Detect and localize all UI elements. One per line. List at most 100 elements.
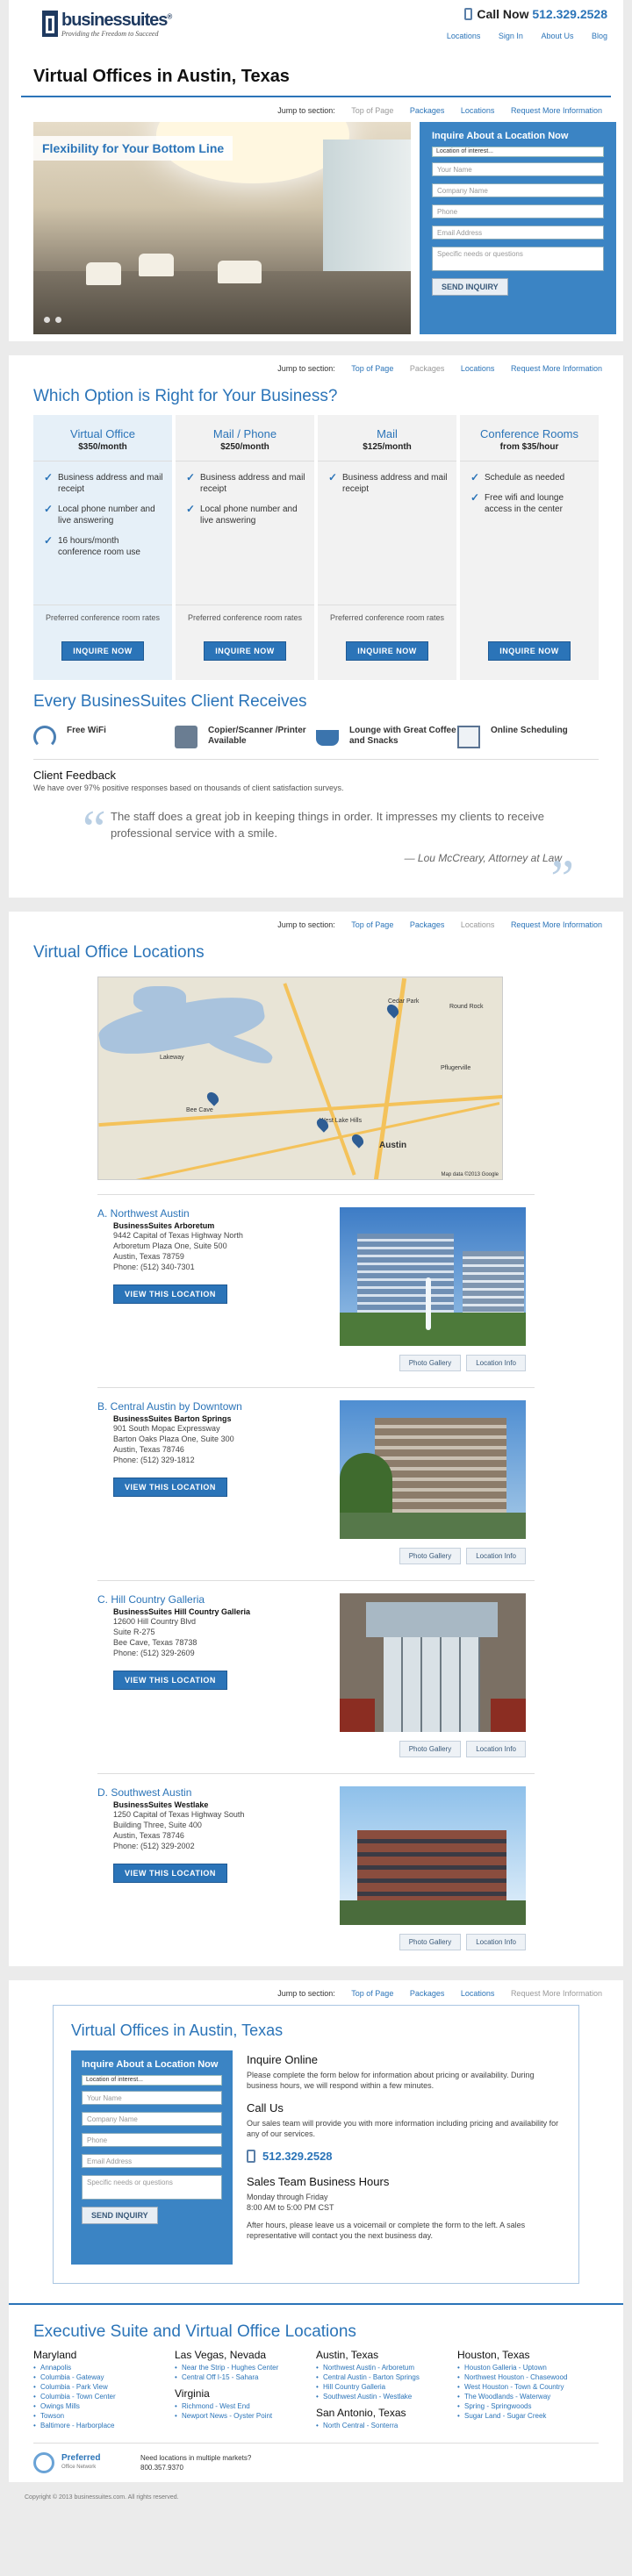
header-phone[interactable]: 512.329.2528 (532, 7, 607, 21)
jump-packages[interactable]: Packages (410, 364, 445, 373)
inquire-now-button[interactable]: INQUIRE NOW (61, 641, 144, 661)
location-info-button[interactable]: Location Info (466, 1548, 526, 1564)
jump-packages[interactable]: Packages (410, 1989, 445, 1998)
location-c: C. Hill Country Galleria BusinessSuites … (97, 1580, 535, 1773)
hero: Flexibility for Your Bottom Line Inquire… (33, 122, 616, 341)
inquiry-title: Inquire About a Location Now (82, 2059, 219, 2070)
view-location-button[interactable]: VIEW THIS LOCATION (113, 1284, 227, 1304)
map-label: Austin (379, 1141, 407, 1150)
footer-link[interactable]: Spring - Springwoods (457, 2401, 599, 2411)
page-title: Virtual Offices in Austin, Texas (33, 67, 290, 86)
call-us-text: Our sales team will provide you with mor… (247, 2119, 559, 2138)
photo-gallery-button[interactable]: Photo Gallery (399, 1548, 462, 1564)
jump-request[interactable]: Request More Information (511, 364, 602, 373)
needs-field[interactable]: Specific needs or questions (82, 2175, 222, 2200)
footer-link[interactable]: Northwest Houston - Chasewood (457, 2372, 599, 2382)
jump-nav-4: Jump to section: Top of Page Packages Lo… (9, 1980, 623, 2005)
jump-packages[interactable]: Packages (410, 920, 445, 929)
jump-request[interactable]: Request More Information (511, 920, 602, 929)
photo-gallery-button[interactable]: Photo Gallery (399, 1741, 462, 1757)
jump-request[interactable]: Request More Information (511, 106, 602, 115)
footer-link[interactable]: Baltimore - Harborplace (33, 2421, 175, 2430)
name-field[interactable]: Your Name (432, 162, 604, 176)
inquire-now-button[interactable]: INQUIRE NOW (346, 641, 428, 661)
send-inquiry-button[interactable]: SEND INQUIRY (432, 278, 508, 296)
page: businessuites® Providing the Freedom to … (9, 0, 623, 2482)
nav-locations[interactable]: Locations (447, 32, 481, 40)
perk-wifi: Free WiFi (33, 726, 175, 759)
slider-dots[interactable] (44, 315, 67, 326)
jump-request[interactable]: Request More Information (511, 1989, 602, 1998)
top-nav: Locations Sign In About Us Blog (431, 32, 607, 40)
jump-locations[interactable]: Locations (461, 364, 495, 373)
location-info-button[interactable]: Location Info (466, 1355, 526, 1371)
footer-link[interactable]: Columbia - Park View (33, 2382, 175, 2392)
map-credit: Map data ©2013 Google (441, 1172, 499, 1177)
locations-title: Virtual Office Locations (33, 943, 205, 962)
footer-link[interactable]: Central Off I-15 - Sahara (175, 2372, 316, 2382)
jump-locations[interactable]: Locations (461, 920, 495, 929)
location-info-button[interactable]: Location Info (466, 1741, 526, 1757)
phone-field[interactable]: Phone (82, 2133, 222, 2147)
nav-blog[interactable]: Blog (592, 32, 607, 40)
nav-about-us[interactable]: About Us (541, 32, 573, 40)
needs-field[interactable]: Specific needs or questions (432, 247, 604, 271)
footer-link[interactable]: Houston Galleria - Uptown (457, 2363, 599, 2372)
photo-gallery-button[interactable]: Photo Gallery (399, 1934, 462, 1950)
jump-top[interactable]: Top of Page (351, 1989, 393, 1998)
footer-link[interactable]: Richmond - West End (175, 2401, 316, 2411)
location-select[interactable]: Location of interest... (82, 2075, 222, 2086)
footer-link[interactable]: Towson (33, 2411, 175, 2421)
company-field[interactable]: Company Name (432, 183, 604, 197)
name-field[interactable]: Your Name (82, 2091, 222, 2105)
phone-icon (247, 2150, 255, 2163)
footer-link[interactable]: West Houston - Town & Country (457, 2382, 599, 2392)
jump-packages[interactable]: Packages (410, 106, 445, 115)
send-inquiry-button[interactable]: SEND INQUIRY (82, 2207, 158, 2224)
option-price: from $35/hour (499, 442, 559, 452)
footer-link[interactable]: Sugar Land - Sugar Creek (457, 2411, 599, 2421)
footer-link[interactable]: North Central - Sonterra (316, 2421, 457, 2430)
email-field[interactable]: Email Address (82, 2154, 222, 2168)
footer-link[interactable]: Columbia - Gateway (33, 2372, 175, 2382)
location-select[interactable]: Location of interest... (432, 147, 604, 157)
inquire-online-heading: Inquire Online (247, 2053, 318, 2066)
locations-map[interactable]: Lakeway Round Rock Cedar Park Pflugervil… (97, 977, 503, 1180)
footer-link[interactable]: Columbia - Town Center (33, 2392, 175, 2401)
hero-caption: Flexibility for Your Bottom Line (33, 136, 233, 161)
location-info-button[interactable]: Location Info (466, 1934, 526, 1950)
contact-phone[interactable]: 512.329.2528 (262, 2150, 333, 2163)
preferred-logo-icon[interactable] (33, 2452, 54, 2473)
company-field[interactable]: Company Name (82, 2112, 222, 2126)
footer-link[interactable]: Near the Strip - Hughes Center (175, 2363, 316, 2372)
footer-link[interactable]: The Woodlands - Waterway (457, 2392, 599, 2401)
inquire-now-button[interactable]: INQUIRE NOW (488, 641, 571, 661)
jump-locations[interactable]: Locations (461, 1989, 495, 1998)
email-field[interactable]: Email Address (432, 225, 604, 240)
jump-top[interactable]: Top of Page (351, 106, 393, 115)
footer-link[interactable]: Annapolis (33, 2363, 175, 2372)
inquire-now-button[interactable]: INQUIRE NOW (204, 641, 286, 661)
footer-link[interactable]: Owings Mills (33, 2401, 175, 2411)
view-location-button[interactable]: VIEW THIS LOCATION (113, 1864, 227, 1883)
footer-link[interactable]: Southwest Austin - Westlake (316, 2392, 457, 2401)
location-a: A. Northwest Austin BusinessSuites Arbor… (97, 1194, 535, 1387)
jump-label: Jump to section: (277, 1989, 335, 1998)
photo-gallery-button[interactable]: Photo Gallery (399, 1355, 462, 1371)
nav-sign-in[interactable]: Sign In (499, 32, 523, 40)
footer-link[interactable]: Newport News - Oyster Point (175, 2411, 316, 2421)
footer-col-houston: Houston, Texas Houston Galleria - Uptown… (457, 2349, 599, 2430)
option-virtual-office: Virtual Office $350/month Business addres… (33, 415, 172, 680)
phone-field[interactable]: Phone (432, 204, 604, 218)
feedback-sub: We have over 97% positive responses base… (33, 784, 344, 792)
map-pin-c[interactable] (205, 1090, 221, 1106)
view-location-button[interactable]: VIEW THIS LOCATION (113, 1671, 227, 1690)
footer-link[interactable]: Northwest Austin - Arboretum (316, 2363, 457, 2372)
view-location-button[interactable]: VIEW THIS LOCATION (113, 1478, 227, 1497)
footer-link[interactable]: Hill Country Galleria (316, 2382, 457, 2392)
jump-top[interactable]: Top of Page (351, 364, 393, 373)
jump-top[interactable]: Top of Page (351, 920, 393, 929)
jump-locations[interactable]: Locations (461, 106, 495, 115)
preferred-phone[interactable]: 800.357.9370 (140, 2464, 183, 2472)
footer-link[interactable]: Central Austin - Barton Springs (316, 2372, 457, 2382)
